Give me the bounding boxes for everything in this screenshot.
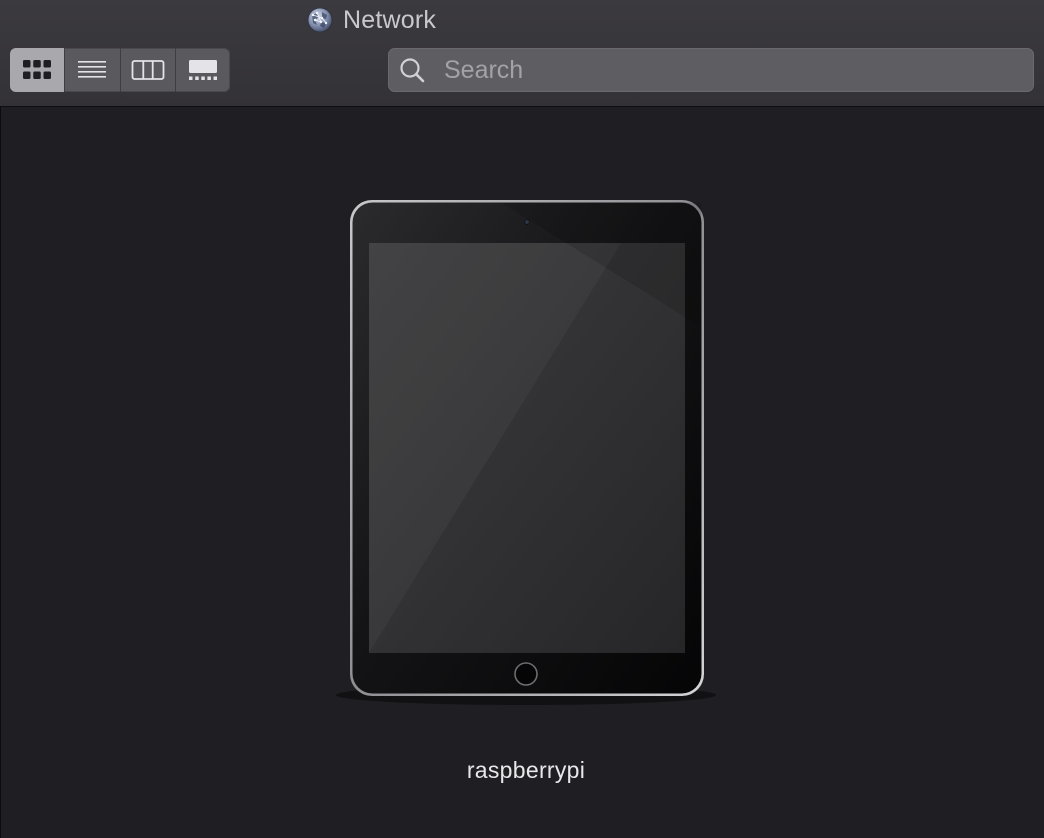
columns-icon — [131, 60, 165, 80]
globe-network-icon — [307, 7, 333, 33]
window-title-text: Network — [343, 5, 437, 34]
network-browser-area: raspberrypi — [0, 107, 1044, 838]
toolbar: Network — [0, 0, 1044, 107]
icon-view-button[interactable] — [10, 48, 66, 92]
list-icon — [78, 61, 107, 78]
search-icon — [400, 58, 425, 83]
ipad-device-icon — [336, 200, 716, 705]
search-input[interactable] — [442, 49, 1024, 91]
device-name-label: raspberrypi — [466, 757, 586, 783]
finder-window: Network Search raspberrypi — [0, 0, 1044, 838]
column-view-button[interactable] — [121, 48, 176, 92]
search-field[interactable] — [388, 48, 1034, 92]
window-title: Network — [307, 5, 436, 35]
network-device-item[interactable]: raspberrypi — [331, 197, 721, 797]
grid-icon — [23, 60, 52, 79]
gallery-icon — [188, 60, 217, 80]
list-view-button[interactable] — [65, 48, 121, 92]
gallery-view-button[interactable] — [176, 48, 230, 92]
view-mode-switcher — [10, 48, 230, 92]
